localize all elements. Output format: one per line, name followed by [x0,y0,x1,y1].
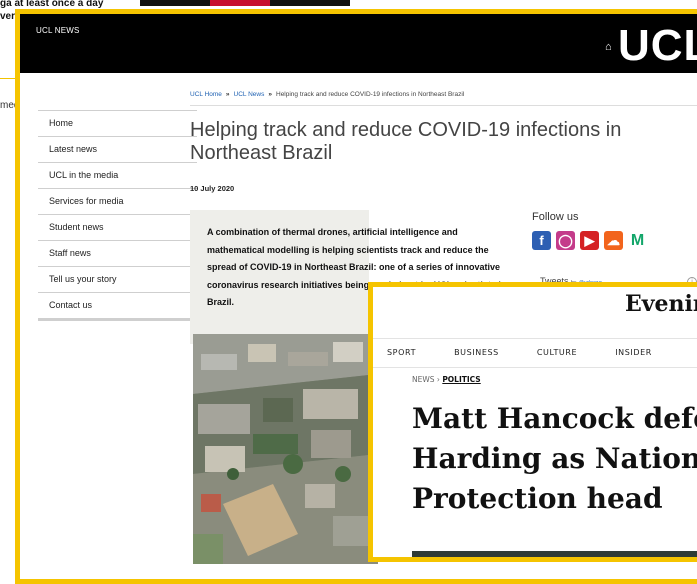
breadcrumb-link-politics[interactable]: POLITICS [442,375,480,384]
breadcrumb-link-ucl-news[interactable]: UCL News [234,91,265,98]
nav-item-sport[interactable]: SPORT [387,348,416,357]
breadcrumb-divider [190,105,697,106]
sidebar-item-latest-news[interactable]: Latest news [38,136,197,162]
sidebar-item-tell-us-your-story[interactable]: Tell us your story [38,266,197,292]
section-nav: SPORT BUSINESS CULTURE INSIDER [387,348,690,357]
follow-us-label: Follow us [532,211,579,223]
masthead-divider [373,338,697,339]
nav-item-insider[interactable]: INSIDER [615,348,652,357]
sidebar-nav: Home Latest news UCL in the media Servic… [38,110,197,321]
nav-item-culture[interactable]: CULTURE [537,348,577,357]
facebook-icon[interactable]: f [532,231,551,250]
sidebar-item-home[interactable]: Home [38,110,197,136]
sidebar-item-contact-us[interactable]: Contact us [38,292,197,321]
site-title[interactable]: UCL NEWS [36,26,80,35]
headline-line: Harding as National Health [412,442,697,475]
breadcrumb-link-news[interactable]: NEWS [412,375,435,384]
masthead-logo[interactable]: Evening Standard [625,291,697,317]
portico-icon: ⌂ [605,41,612,53]
soundcloud-icon[interactable]: ☁ [604,231,623,250]
sidebar-item-services-for-media[interactable]: Services for media [38,188,197,214]
site-header: UCL NEWS ⌂ UCL [20,14,697,73]
nav-divider [373,367,697,368]
chevron-right-icon: › [436,375,440,384]
headline-line: Protection head [412,482,663,515]
breadcrumb: UCL Home» UCL News» Helping track and redu… [190,91,464,98]
article-image [193,334,378,564]
social-links: f ◯ ▶ ☁ M [532,231,652,251]
sidebar-item-student-news[interactable]: Student news [38,214,197,240]
breadcrumb-current: Helping track and reduce COVID-19 infect… [276,91,465,98]
evening-standard-screenshot: Evening Standard SPORT BUSINESS CULTURE INS… [368,282,697,562]
headline-line: Matt Hancock defends Dido [412,402,697,435]
article-headline: Matt Hancock defends Dido Harding as Nat… [412,399,697,519]
youtube-icon[interactable]: ▶ [580,231,599,250]
page-title: Helping track and reduce COVID-19 infect… [190,119,622,164]
instagram-icon[interactable]: ◯ [556,231,575,250]
medium-icon[interactable]: M [628,231,647,250]
breadcrumb-link-ucl-home[interactable]: UCL Home [190,91,222,98]
breadcrumb-separator-icon: » [225,91,230,98]
nav-item-business[interactable]: BUSINESS [454,348,499,357]
sidebar-item-staff-news[interactable]: Staff news [38,240,197,266]
article-date: 10 July 2020 [190,184,235,193]
breadcrumb-separator-icon: » [268,91,272,98]
article-hero-image [412,551,697,557]
ucl-logo[interactable]: UCL [618,22,697,70]
article-breadcrumb: NEWS › POLITICS [412,375,481,384]
background-image-strip [140,0,350,6]
article-summary-box: A combination of thermal drones, artific… [190,210,506,344]
aerial-photo-illustration [193,334,378,564]
sidebar-item-ucl-in-the-media[interactable]: UCL in the media [38,162,197,188]
